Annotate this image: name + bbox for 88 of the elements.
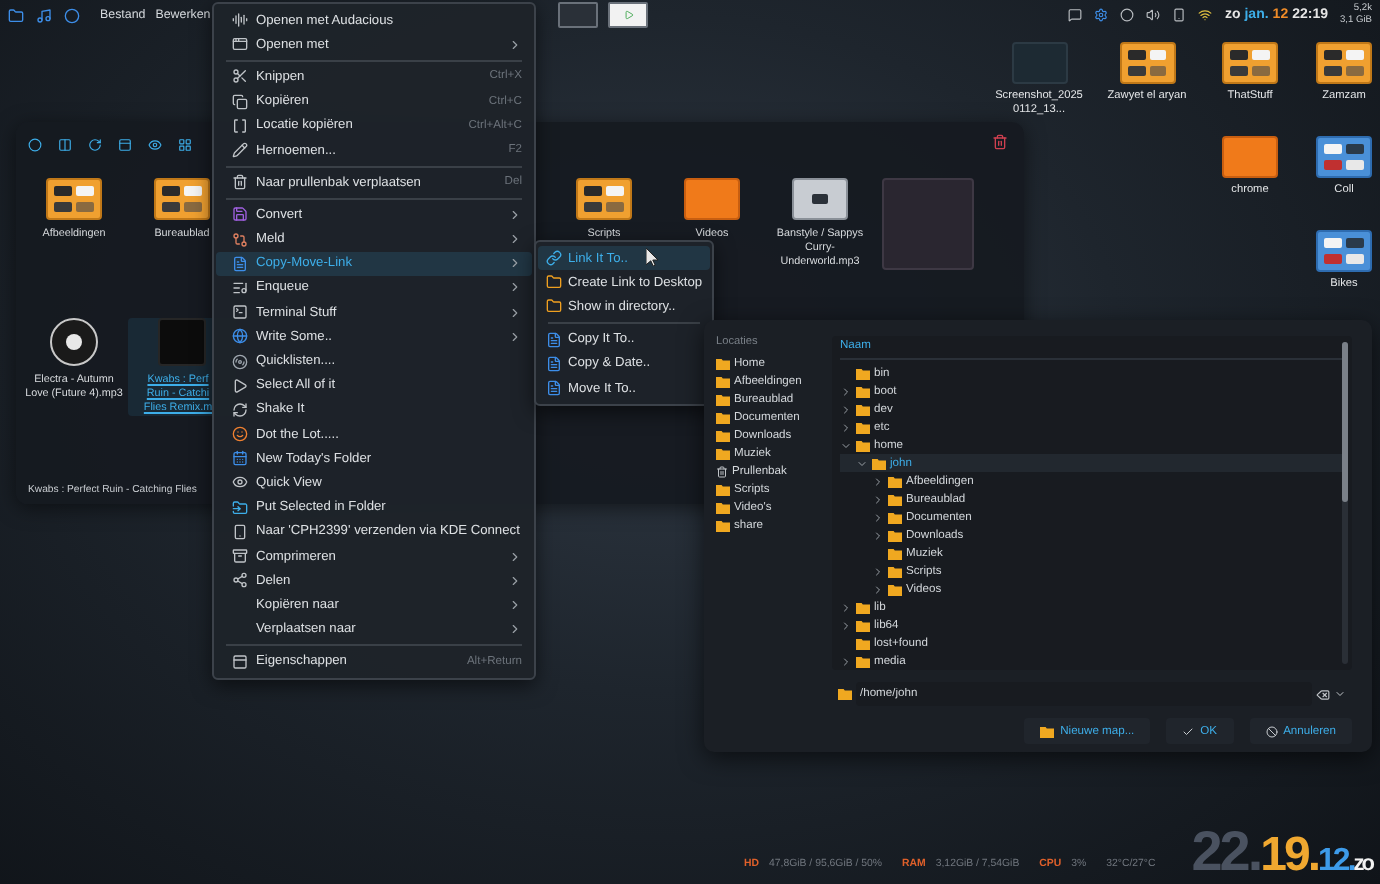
document-icon xyxy=(546,355,562,372)
chevron-down-icon[interactable] xyxy=(840,439,852,451)
folder-preview-icon xyxy=(1222,42,1278,84)
link-icon xyxy=(546,250,562,267)
play-icon xyxy=(232,377,248,394)
chat-icon[interactable] xyxy=(1068,8,1083,22)
wifi-icon[interactable] xyxy=(1198,8,1213,22)
window-thumbnail[interactable] xyxy=(558,2,599,28)
brackets-icon xyxy=(232,117,248,134)
music-note-icon[interactable] xyxy=(36,7,52,23)
album-cover-thumbnail xyxy=(158,318,206,366)
gear-icon[interactable] xyxy=(1094,8,1109,22)
mouse-cursor-icon xyxy=(646,248,658,266)
window-icon xyxy=(232,36,248,53)
folder-preview-icon xyxy=(1316,136,1372,178)
clear-icon[interactable] xyxy=(1316,687,1330,701)
chevron-right-icon[interactable] xyxy=(872,529,884,541)
chevron-right-icon[interactable] xyxy=(840,385,852,397)
chevron-right-icon[interactable] xyxy=(840,403,852,415)
audio-waves-icon xyxy=(232,12,248,29)
refresh-icon xyxy=(232,401,248,418)
trash-icon xyxy=(716,465,728,477)
folder-icon[interactable] xyxy=(8,7,24,23)
refresh-icon[interactable] xyxy=(88,137,102,151)
archive-icon xyxy=(232,548,248,565)
chevron-down-icon[interactable] xyxy=(1334,688,1346,700)
copy-icon xyxy=(232,93,248,110)
trash-icon[interactable] xyxy=(992,134,1008,150)
disc-icon xyxy=(232,353,248,370)
grid-icon[interactable] xyxy=(178,137,192,151)
chevron-right-icon[interactable] xyxy=(840,655,852,667)
smiley-icon xyxy=(232,426,248,443)
document-icon xyxy=(232,255,248,272)
chevron-right-icon[interactable] xyxy=(872,583,884,595)
screenshot-thumbnail xyxy=(1011,42,1067,84)
circle-icon[interactable] xyxy=(28,137,42,151)
chevron-right-icon[interactable] xyxy=(872,493,884,505)
window-icon[interactable] xyxy=(118,137,132,151)
vinyl-record-icon xyxy=(50,318,98,366)
chevron-right-icon[interactable] xyxy=(872,475,884,487)
folder-preview-icon xyxy=(576,178,632,220)
columns-icon[interactable] xyxy=(58,137,72,151)
scrollbar[interactable] xyxy=(1342,342,1348,664)
photo-placeholder xyxy=(882,178,974,270)
compare-icon xyxy=(232,231,248,248)
check-icon xyxy=(1182,725,1195,737)
clock-digits: 22. xyxy=(1191,824,1261,880)
speaker-icon[interactable] xyxy=(1146,8,1161,22)
scissors-icon xyxy=(232,68,248,85)
eye-icon xyxy=(232,474,248,491)
folder-icon xyxy=(1040,725,1055,737)
folder-icon xyxy=(684,178,740,220)
eye-icon[interactable] xyxy=(148,137,162,151)
folder-icon xyxy=(546,274,562,291)
folder-preview-icon xyxy=(1316,230,1372,272)
document-icon xyxy=(546,331,562,348)
cancel-icon xyxy=(1265,725,1278,737)
folder-arrow-icon xyxy=(232,499,248,516)
image-thumbnail xyxy=(792,178,848,220)
chevron-right-icon[interactable] xyxy=(872,511,884,523)
chevron-right-icon[interactable] xyxy=(840,421,852,433)
chevron-down-icon[interactable] xyxy=(856,457,868,469)
chevron-right-icon[interactable] xyxy=(840,601,852,613)
circle-icon[interactable] xyxy=(64,7,80,23)
folder-preview-icon xyxy=(46,178,102,220)
globe-icon xyxy=(232,328,248,345)
pencil-icon xyxy=(232,142,248,159)
folder-icon xyxy=(838,688,852,700)
folder-preview-icon xyxy=(1316,42,1372,84)
clock-digits: 19. xyxy=(1260,832,1319,880)
phone-icon xyxy=(232,523,248,540)
music-list-icon xyxy=(232,279,248,296)
circle-icon[interactable] xyxy=(1120,8,1135,22)
folder-icon xyxy=(1222,136,1278,178)
folder-icon xyxy=(546,298,562,315)
clock-digits: zo xyxy=(1353,854,1372,876)
clock-digits: 12. xyxy=(1318,846,1354,878)
chevron-right-icon[interactable] xyxy=(872,565,884,577)
window-thumbnail[interactable] xyxy=(608,2,649,28)
calendar-icon xyxy=(232,450,248,467)
chevron-right-icon[interactable] xyxy=(840,619,852,631)
trash-icon xyxy=(232,174,248,191)
properties-icon xyxy=(232,653,248,670)
folder-preview-icon xyxy=(1119,42,1175,84)
terminal-icon xyxy=(232,304,248,321)
share-icon xyxy=(232,572,248,589)
phone-icon[interactable] xyxy=(1172,8,1187,22)
document-icon xyxy=(546,380,562,397)
